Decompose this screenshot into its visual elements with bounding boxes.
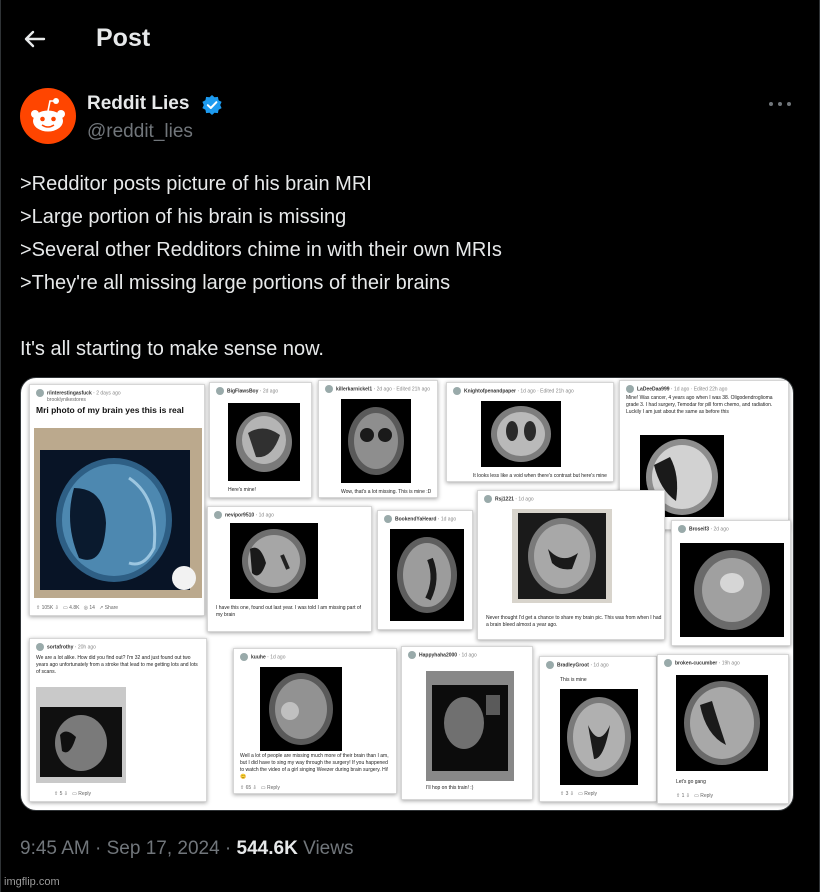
comment-icon[interactable]: ▭: [63, 605, 68, 611]
views-count: 544.6K: [236, 838, 298, 859]
comment-body: It looks less like a void when there's c…: [473, 473, 607, 479]
reply-icon[interactable]: ▭: [694, 793, 699, 799]
mri-scan: [680, 543, 784, 637]
mri-scan: [230, 523, 318, 599]
screenshot-comment: Broseif3 · 2d ago: [671, 520, 791, 646]
post-date[interactable]: Sep 17, 2024: [107, 838, 220, 859]
card-header: kuuhe · 1d ago: [240, 653, 285, 665]
screenshot-comment: broken-cucumber · 19h ago Let's go gang …: [657, 654, 789, 804]
comment-body: We are a lot alike. How did you find out…: [36, 655, 198, 675]
watermark: imgflip.com: [4, 876, 60, 888]
card-actions: ⇧ 5 ⇩ ▭ Reply: [54, 791, 92, 797]
card-subtitle: brooklynikestores: [47, 397, 86, 403]
comment-body: This is mine: [560, 677, 587, 683]
card-actions: ⇧ 1 ⇩ ▭ Reply: [676, 793, 714, 799]
upvote-icon[interactable]: ⇧: [54, 791, 58, 797]
mri-image-icon: [34, 428, 202, 598]
card-header: Happyhaha2000 · 1d ago: [408, 651, 477, 663]
post-timestamp: 9:45 AM · Sep 17, 2024 · 544.6K Views: [20, 838, 354, 859]
author-handle[interactable]: @reddit_lies: [87, 121, 193, 143]
reply-icon[interactable]: ▭: [261, 785, 266, 791]
comment-body: I have this one, found out last year. I …: [216, 605, 362, 618]
card-header: killerkarnickel1 · 2d ago · Edited 21h a…: [325, 385, 430, 397]
mri-photo: [36, 687, 126, 783]
reply-icon[interactable]: ▭: [72, 791, 77, 797]
screenshot-comment: BigFlawsBoy · 2d ago Here's mine!: [209, 382, 312, 498]
upvote-icon[interactable]: ⇧: [240, 785, 244, 791]
upvote-icon[interactable]: ⇧: [560, 791, 564, 797]
back-arrow-icon[interactable]: [18, 22, 52, 56]
verified-badge-icon: [202, 95, 222, 115]
tweet-line: >Redditor posts picture of his brain MRI: [20, 173, 372, 195]
mri-scan: [260, 667, 342, 751]
screenshot-comment: Happyhaha2000 · 1d ago I'll hop on this …: [401, 646, 533, 800]
screenshot-comment: Rsj1221 · 1d ago Never thought I'd get a…: [477, 490, 665, 640]
page-title: Post: [96, 24, 151, 52]
screenshot-comment: sortafrothy · 20h ago We are a lot alike…: [29, 638, 207, 802]
more-options-icon[interactable]: [766, 98, 794, 110]
card-header: BigFlawsBoy · 2d ago: [216, 387, 278, 399]
card-actions: ⇧ 105K ⇩ ▭ 4.8K ◎ 14 ↗ Share: [36, 605, 119, 611]
share-icon[interactable]: ↗: [99, 605, 103, 611]
tweet-line: >Several other Redditors chime in with t…: [20, 239, 502, 261]
views-label: Views: [303, 838, 354, 859]
card-actions: ⇧ 3 ⇩ ▭ Reply: [560, 791, 598, 797]
screenshot-comment: BookendYaHeard · 1d ago: [377, 510, 473, 630]
mri-scan: [341, 399, 411, 483]
author-name[interactable]: Reddit Lies: [87, 93, 189, 115]
comment-body: Never thought I'd get a chance to share …: [486, 615, 662, 628]
comment-body: I'll hop on this train! :): [426, 785, 474, 791]
screenshot-comment: BradleyGroot · 1d ago This is mine ⇧ 3 ⇩…: [539, 656, 657, 802]
upvote-icon[interactable]: ⇧: [676, 793, 680, 799]
card-header: Broseif3 · 2d ago: [678, 525, 729, 537]
comment-body: Well a lot of people are missing much mo…: [240, 753, 389, 780]
screenshot-main-post: r/interestingasfuck · 2 days ago brookly…: [29, 384, 205, 616]
mri-photo: [426, 671, 514, 781]
reddit-logo-icon: [31, 98, 65, 132]
post-header: Post: [0, 0, 820, 78]
card-header: nevipor9510 · 1d ago: [214, 511, 274, 523]
upvote-icon[interactable]: ⇧: [36, 605, 40, 611]
card-header: BookendYaHeard · 1d ago: [384, 515, 456, 527]
reply-icon[interactable]: ▭: [578, 791, 583, 797]
card-title: Mri photo of my brain yes this is real: [36, 405, 184, 415]
tweet-line: >They're all missing large portions of t…: [20, 272, 451, 294]
screenshot-comment: Knightofpenandpaper · 1d ago · Edited 21…: [446, 382, 614, 482]
card-header: Rsj1221 · 1d ago: [484, 495, 534, 507]
mri-scan: [481, 401, 561, 467]
comment-body: Let's go gang: [676, 779, 706, 785]
avatar[interactable]: [20, 88, 76, 144]
comment-body: Here's mine!: [228, 487, 256, 493]
award-icon[interactable]: ◎: [84, 605, 88, 611]
card-header: Knightofpenandpaper · 1d ago · Edited 21…: [453, 387, 574, 399]
card-header: BradleyGroot · 1d ago: [546, 661, 609, 673]
card-header: broken-cucumber · 19h ago: [664, 659, 740, 671]
screenshot-comment: nevipor9510 · 1d ago I have this one, fo…: [207, 506, 372, 632]
tweet-text: >Redditor posts picture of his brain MRI…: [20, 168, 790, 366]
mri-scan: [560, 689, 638, 785]
comment-body: Mine! Was cancer, 4 years ago when I was…: [626, 395, 773, 415]
mri-scan: [228, 403, 300, 481]
comment-body: Wow, that's a lot missing. This is mine …: [341, 489, 432, 495]
screenshot-comment: killerkarnickel1 · 2d ago · Edited 21h a…: [318, 380, 438, 498]
post-time[interactable]: 9:45 AM: [20, 838, 90, 859]
card-actions: ⇧ 65 ⇩ ▭ Reply: [240, 785, 280, 791]
media-collage[interactable]: r/interestingasfuck · 2 days ago brookly…: [20, 377, 794, 811]
mri-photo: [34, 428, 202, 598]
tweet-line: It's all starting to make sense now.: [20, 338, 324, 360]
tweet-line: >Large portion of his brain is missing: [20, 206, 347, 228]
screenshot-comment: kuuhe · 1d ago Well a lot of people are …: [233, 648, 397, 794]
card-header: sortafrothy · 20h ago: [36, 643, 96, 655]
mri-scan: [390, 529, 464, 621]
mri-photo: [512, 509, 612, 603]
mri-scan: [676, 675, 768, 771]
